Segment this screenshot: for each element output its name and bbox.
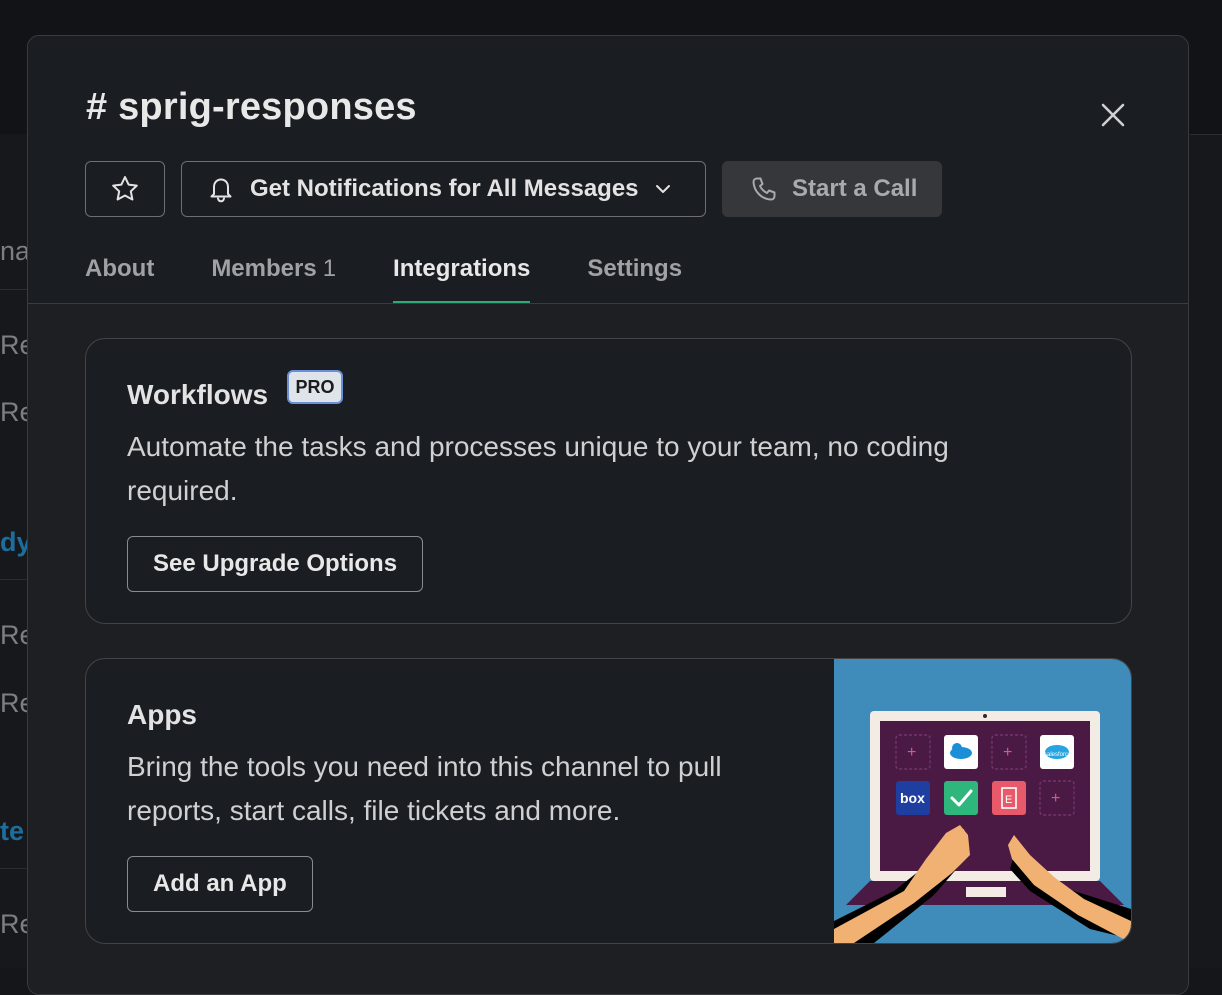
apps-description-line: reports, start calls, file tickets and m…	[127, 795, 621, 826]
svg-text:+: +	[907, 744, 916, 761]
workflows-description-line: required.	[127, 475, 238, 506]
background-text-fragment: Re	[0, 688, 28, 718]
tab-integrations[interactable]: Integrations	[393, 248, 531, 304]
pro-badge: PRO	[287, 370, 343, 404]
salesforce-tile-label: salesforce	[1044, 752, 1072, 758]
tab-members[interactable]: Members 1	[211, 248, 336, 304]
members-count: 1	[322, 255, 337, 282]
modal-header: # sprig-responses Get Notifications for …	[28, 36, 1188, 304]
background-text-fragment: Re	[0, 330, 28, 360]
apps-title: Apps	[127, 699, 197, 730]
background-text-fragment: dy	[0, 527, 28, 557]
apps-illustration: + + + box salesforce E	[834, 659, 1131, 943]
svg-text:+: +	[1003, 744, 1012, 761]
star-icon	[110, 174, 140, 204]
tab-settings[interactable]: Settings	[587, 248, 682, 304]
tab-label: About	[85, 255, 155, 282]
background-divider	[0, 868, 28, 869]
start-call-button[interactable]: Start a Call	[722, 161, 942, 217]
channel-details-modal: # sprig-responses Get Notifications for …	[27, 35, 1189, 995]
bell-icon	[206, 174, 236, 204]
workflows-title: Workflows	[127, 379, 269, 410]
svg-text:E: E	[1005, 794, 1012, 806]
notifications-dropdown[interactable]: Get Notifications for All Messages	[181, 161, 706, 217]
close-button[interactable]	[1096, 98, 1130, 132]
tab-label: Members	[211, 255, 317, 282]
apps-description: Bring the tools you need into this chann…	[127, 745, 722, 833]
background-divider	[0, 579, 28, 580]
background-text-fragment: Re	[0, 397, 28, 427]
svg-text:+: +	[1051, 790, 1060, 807]
chevron-down-icon	[653, 179, 673, 199]
tab-about[interactable]: About	[85, 248, 154, 304]
close-icon	[1096, 98, 1130, 132]
apps-description-line: Bring the tools you need into this chann…	[127, 751, 722, 782]
channel-title: # sprig-responses	[86, 86, 417, 128]
see-upgrade-options-button[interactable]: See Upgrade Options	[127, 536, 424, 592]
background-text-fragment: te	[0, 816, 25, 846]
modal-tabs: About Members 1 Integrations Settings	[85, 248, 739, 304]
background-text-fragment: Re	[0, 620, 28, 650]
background-text-fragment: nas	[0, 236, 28, 266]
workflows-description: Automate the tasks and processes unique …	[127, 425, 949, 513]
background-divider	[0, 289, 28, 290]
background-divider	[1190, 134, 1222, 135]
background-text-fragment: Re	[0, 909, 28, 939]
workflows-card: Workflows PRO Automate the tasks and pro…	[85, 338, 1132, 624]
add-an-app-button[interactable]: Add an App	[127, 856, 313, 912]
workflows-description-line: Automate the tasks and processes unique …	[127, 431, 949, 462]
tab-label: Settings	[587, 255, 683, 282]
phone-icon	[750, 175, 778, 203]
box-tile-label: box	[900, 790, 925, 806]
tab-label: Integrations	[393, 255, 531, 282]
start-call-label: Start a Call	[792, 175, 918, 202]
star-channel-button[interactable]	[85, 161, 165, 217]
apps-card: Apps Bring the tools you need into this …	[85, 658, 1132, 944]
notifications-label: Get Notifications for All Messages	[250, 175, 639, 202]
